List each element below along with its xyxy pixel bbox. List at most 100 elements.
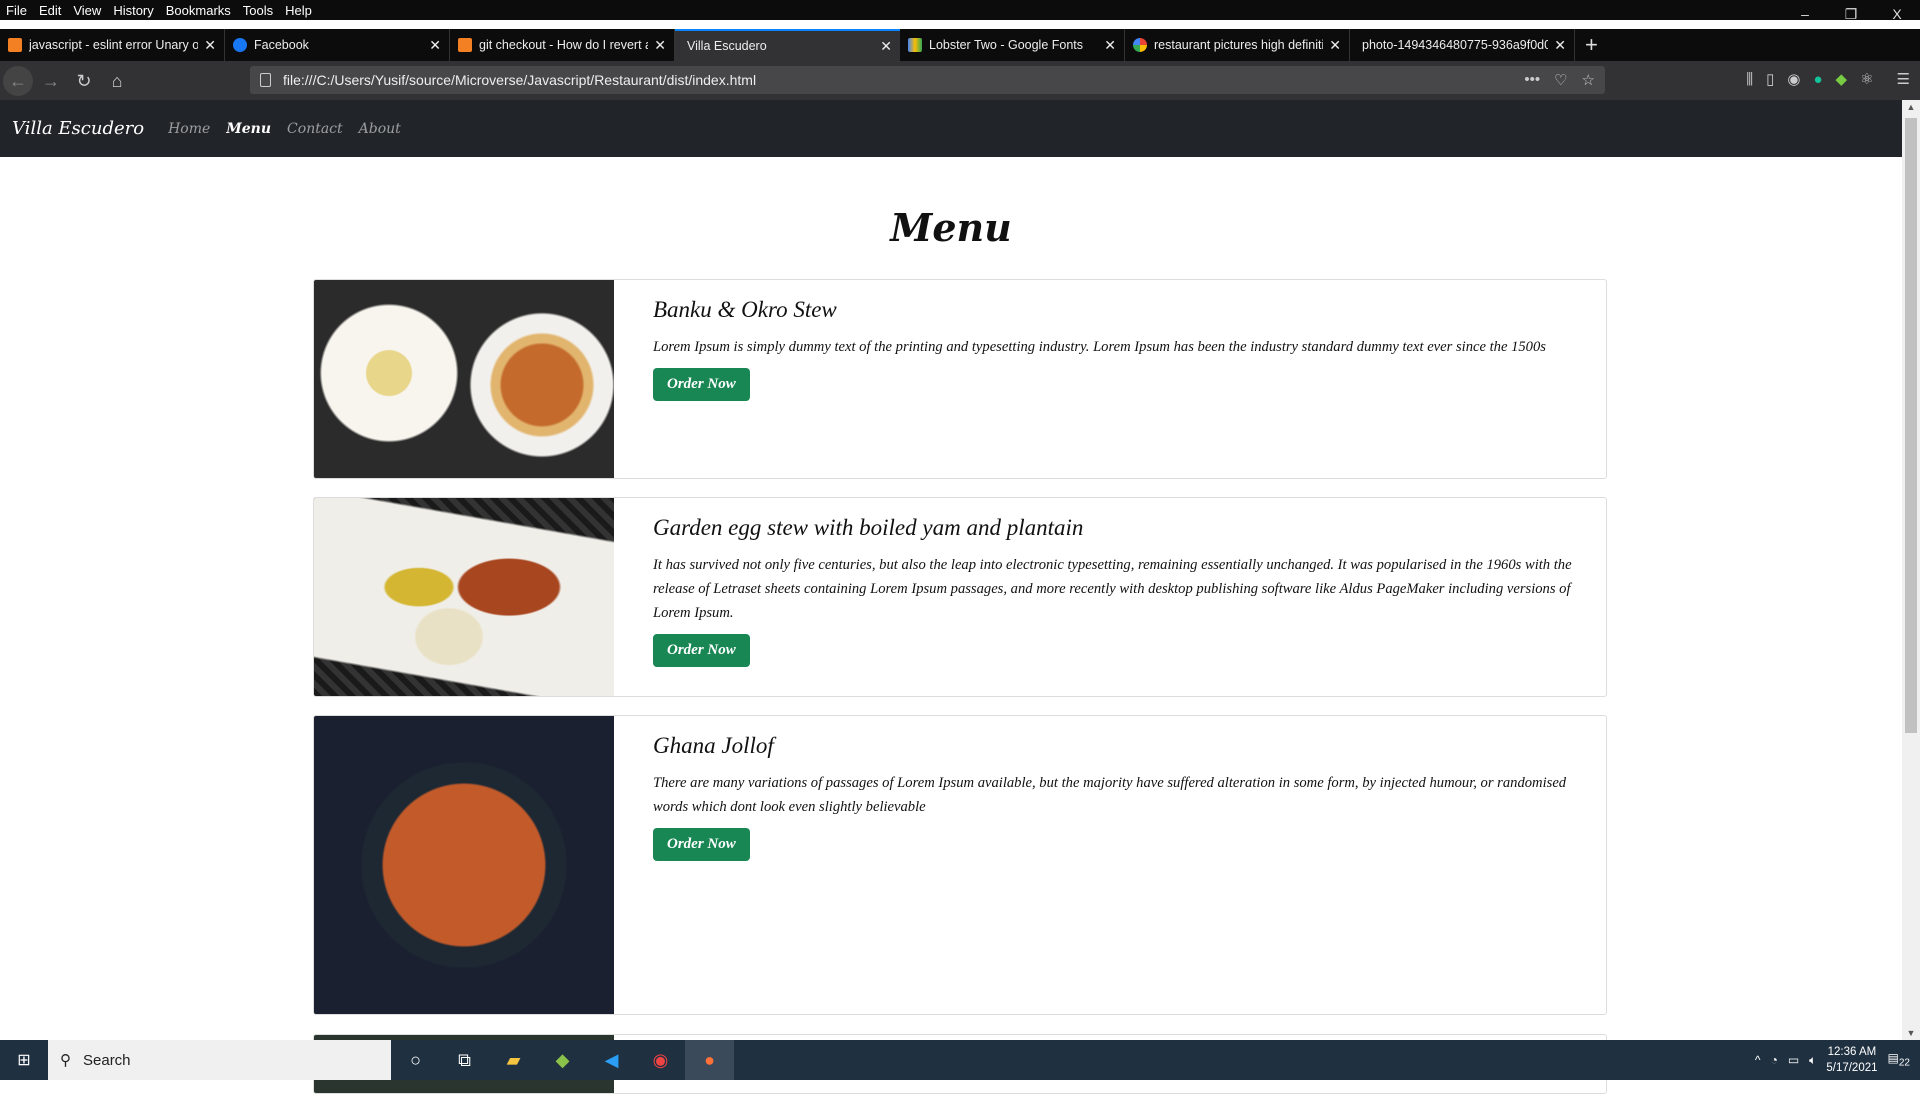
close-tab-icon[interactable]: ✕ bbox=[429, 37, 441, 54]
tab[interactable]: photo-1494346480775-936a9f0d087 ✕ bbox=[1350, 29, 1575, 61]
nav-menu[interactable]: Menu bbox=[226, 121, 271, 137]
home-icon[interactable]: ⌂ bbox=[102, 66, 132, 96]
banku-okro-image bbox=[314, 280, 614, 478]
chevron-up-icon[interactable]: ^ bbox=[1755, 1053, 1761, 1067]
tab-title: Lobster Two - Google Fonts bbox=[929, 38, 1084, 52]
bookmark-star-icon[interactable]: ☆ bbox=[1582, 71, 1595, 89]
task-view-icon[interactable]: ⧉ bbox=[440, 1040, 489, 1080]
menu-file[interactable]: File bbox=[6, 3, 27, 18]
site-navbar: Villa Escudero Home Menu Contact About bbox=[0, 100, 1902, 157]
search-placeholder: Search bbox=[83, 1051, 131, 1069]
menu-bar: File Edit View History Bookmarks Tools H… bbox=[0, 0, 1920, 20]
item-name: Banku & Okro Stew bbox=[653, 297, 837, 322]
order-now-button[interactable]: Order Now bbox=[653, 368, 750, 401]
brand-link[interactable]: Villa Escudero bbox=[12, 118, 144, 139]
minimize-button[interactable]: – bbox=[1782, 0, 1828, 28]
scrollbar-thumb[interactable] bbox=[1905, 118, 1917, 733]
close-tab-icon[interactable]: ✕ bbox=[204, 37, 216, 54]
menu-view[interactable]: View bbox=[73, 3, 101, 18]
menu-help[interactable]: Help bbox=[285, 3, 312, 18]
tab-title: Villa Escudero bbox=[687, 39, 767, 53]
battery-icon[interactable]: ▭ bbox=[1788, 1053, 1799, 1067]
garden-egg-stew-image bbox=[314, 498, 614, 696]
item-description: There are many variations of passages of… bbox=[653, 775, 1567, 815]
close-window-button[interactable]: X bbox=[1874, 0, 1920, 28]
scroll-up-arrow-icon[interactable]: ▲ bbox=[1902, 102, 1920, 112]
item-name: Ghana Jollof bbox=[653, 733, 774, 758]
google-fonts-icon bbox=[908, 38, 922, 52]
menu-bookmarks[interactable]: Bookmarks bbox=[166, 3, 231, 18]
wifi-icon[interactable]: ◔ bbox=[1771, 1053, 1778, 1067]
stackoverflow-icon bbox=[8, 38, 22, 52]
tab[interactable]: restaurant pictures high definiti ✕ bbox=[1125, 29, 1350, 61]
tab-title: Facebook bbox=[254, 38, 309, 52]
volume-icon[interactable]: 🔈︎ bbox=[1809, 1053, 1816, 1068]
close-tab-icon[interactable]: ✕ bbox=[654, 37, 666, 54]
page-icon bbox=[260, 73, 271, 87]
taskbar: ⊞ ⚲ Search ○ ⧉ ▰ ◆ ◀ ◉ ● ^ ◔ ▭ 🔈︎ 12:36 A… bbox=[0, 1040, 1920, 1080]
item-name: Garden egg stew with boiled yam and plan… bbox=[653, 515, 1084, 540]
git-kraken-icon[interactable]: ◆ bbox=[538, 1040, 587, 1080]
order-now-button[interactable]: Order Now bbox=[653, 634, 750, 667]
menu-item-card: Garden egg stew with boiled yam and plan… bbox=[313, 497, 1607, 697]
nav-toolbar: ← → ↻ ⌂ file:///C:/Users/Yusif/source/Mi… bbox=[0, 61, 1920, 100]
search-icon: ⚲ bbox=[60, 1052, 71, 1069]
menu-item-card: Ghana Jollof There are many variations o… bbox=[313, 715, 1607, 1015]
tab-title: git checkout - How do I revert a bbox=[479, 38, 649, 52]
clock[interactable]: 12:36 AM 5/17/2021 bbox=[1826, 1044, 1877, 1076]
tab-strip: javascript - eslint error Unary op ✕ Face… bbox=[0, 29, 1920, 61]
react-devtools-icon[interactable]: ⚛ bbox=[1860, 66, 1873, 94]
library-icon[interactable]: ⫼ bbox=[1746, 66, 1753, 94]
order-now-button[interactable]: Order Now bbox=[653, 828, 750, 861]
menu-tools[interactable]: Tools bbox=[243, 3, 273, 18]
tab-title: photo-1494346480775-936a9f0d087 bbox=[1362, 38, 1549, 52]
restore-button[interactable]: ❐ bbox=[1828, 0, 1874, 28]
grammarly-icon[interactable]: ● bbox=[1813, 66, 1822, 94]
close-tab-icon[interactable]: ✕ bbox=[1104, 37, 1116, 54]
forward-icon[interactable]: → bbox=[36, 66, 66, 96]
pocket-icon[interactable]: ♡ bbox=[1554, 71, 1567, 89]
tab[interactable]: Lobster Two - Google Fonts ✕ bbox=[900, 29, 1125, 61]
extension-icon[interactable]: ◆ bbox=[1836, 66, 1848, 94]
nav-home[interactable]: Home bbox=[168, 121, 210, 137]
tab[interactable]: Facebook ✕ bbox=[225, 29, 450, 61]
date: 5/17/2021 bbox=[1826, 1062, 1878, 1074]
close-tab-icon[interactable]: ✕ bbox=[880, 38, 892, 55]
page-title: Menu bbox=[890, 205, 1012, 250]
tab-active[interactable]: Villa Escudero ✕ bbox=[675, 29, 900, 61]
page-scrollbar[interactable]: ▲ ▼ bbox=[1902, 100, 1920, 1040]
tab[interactable]: git checkout - How do I revert a ✕ bbox=[450, 29, 675, 61]
reload-icon[interactable]: ↻ bbox=[69, 66, 99, 96]
ghana-jollof-image bbox=[314, 716, 614, 1014]
menu-edit[interactable]: Edit bbox=[39, 3, 61, 18]
account-icon[interactable]: ◉ bbox=[1787, 66, 1800, 94]
stackoverflow-icon bbox=[458, 38, 472, 52]
tab[interactable]: javascript - eslint error Unary op ✕ bbox=[0, 29, 225, 61]
system-tray: ^ ◔ ▭ 🔈︎ 12:36 AM 5/17/2021 ▤22 bbox=[1755, 1040, 1920, 1080]
notifications-icon[interactable]: ▤22 bbox=[1888, 1051, 1910, 1068]
time: 12:36 AM bbox=[1827, 1046, 1877, 1058]
nav-contact[interactable]: Contact bbox=[287, 121, 343, 137]
hamburger-menu-icon[interactable]: ☰ bbox=[1897, 66, 1910, 94]
chrome-icon[interactable]: ◉ bbox=[636, 1040, 685, 1080]
taskbar-search[interactable]: ⚲ Search bbox=[48, 1040, 391, 1080]
facebook-icon bbox=[233, 38, 247, 52]
cortana-icon[interactable]: ○ bbox=[391, 1040, 440, 1080]
firefox-icon[interactable]: ● bbox=[685, 1040, 734, 1080]
window-controls: – ❐ X bbox=[1782, 0, 1920, 28]
back-icon[interactable]: ← bbox=[3, 65, 33, 96]
close-tab-icon[interactable]: ✕ bbox=[1329, 37, 1341, 54]
new-tab-button[interactable]: + bbox=[1575, 29, 1608, 61]
notification-count: 22 bbox=[1898, 1057, 1910, 1069]
file-explorer-icon[interactable]: ▰ bbox=[489, 1040, 538, 1080]
menu-item-card: Banku & Okro Stew Lorem Ipsum is simply … bbox=[313, 279, 1607, 479]
sidebar-icon[interactable]: ▯ bbox=[1766, 66, 1774, 94]
url-bar[interactable]: file:///C:/Users/Yusif/source/Microverse… bbox=[250, 66, 1605, 94]
close-tab-icon[interactable]: ✕ bbox=[1554, 37, 1566, 54]
nav-about[interactable]: About bbox=[359, 121, 401, 137]
more-icon[interactable]: ••• bbox=[1524, 71, 1540, 89]
menu-history[interactable]: History bbox=[113, 3, 153, 18]
vscode-icon[interactable]: ◀ bbox=[587, 1040, 636, 1080]
windows-start-icon[interactable]: ⊞ bbox=[0, 1050, 48, 1070]
scroll-down-arrow-icon[interactable]: ▼ bbox=[1902, 1028, 1920, 1038]
